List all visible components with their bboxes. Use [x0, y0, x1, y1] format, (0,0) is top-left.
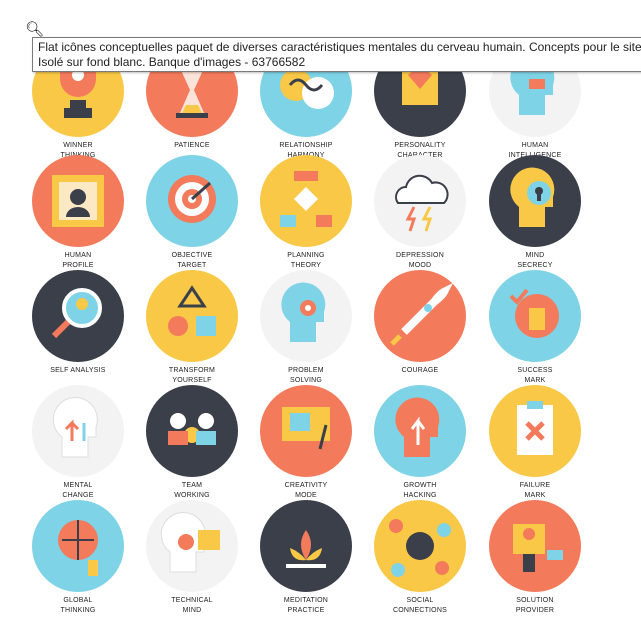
icon-item: MEDITATION PRACTICE	[250, 500, 360, 618]
team-icon	[146, 385, 238, 477]
caption-line-1: TRANSFORM	[168, 367, 216, 374]
icon-caption: TRANSFORM YOURSELF	[136, 366, 248, 386]
tooltip-line-2: Isolé sur fond blanc. Banque d'images - …	[38, 55, 306, 69]
icon-caption: SUCCESS MARK	[479, 366, 591, 386]
caption-line-1: TEAM	[181, 482, 203, 489]
caption-line-2: PRACTICE	[287, 607, 325, 614]
icon-item: HUMAN PROFILE	[22, 155, 132, 273]
tooltip-line-1: Flat icônes conceptuelles paquet de dive…	[38, 40, 641, 54]
icon-item: MENTAL CHANGE	[22, 385, 132, 503]
icon-item: SUCCESS MARK	[479, 270, 589, 388]
keyhole-icon	[489, 155, 581, 247]
caption-line-1: PLANNING	[287, 252, 325, 259]
icon-caption: FAILURE MARK	[479, 481, 591, 501]
gearhead-icon	[260, 270, 352, 362]
caption-line-1: PATIENCE	[174, 142, 210, 149]
caption-line-1: OBJECTIVE	[171, 252, 213, 259]
caption-line-1: COURAGE	[401, 367, 439, 374]
caption-line-1: WINNER	[63, 142, 93, 149]
caption-line-2: PROVIDER	[515, 607, 555, 614]
caption-line-1: HUMAN	[64, 252, 92, 259]
image-tooltip: Flat icônes conceptuelles paquet de dive…	[32, 37, 641, 72]
caption-line-2: CONNECTIONS	[393, 607, 447, 614]
brain-icon	[32, 500, 124, 592]
caption-line-1: FAILURE	[519, 482, 551, 489]
provider-icon	[489, 500, 581, 592]
frame-icon	[32, 155, 124, 247]
icon-item: SELF ANALYSIS	[22, 270, 132, 388]
caption-line-1: SELF ANALYSIS	[50, 367, 106, 374]
icon-caption: PLANNING THEORY	[250, 251, 362, 271]
caption-line-1: GLOBAL	[63, 597, 93, 604]
icon-caption: GLOBAL THINKING	[22, 596, 134, 616]
caption-line-1: PROBLEM	[288, 367, 324, 374]
target-icon	[146, 155, 238, 247]
icon-caption: MEDITATION PRACTICE	[250, 596, 362, 616]
icon-caption: SOLUTION PROVIDER	[479, 596, 591, 616]
icon-caption: OBJECTIVE TARGET	[136, 251, 248, 271]
icon-item: OBJECTIVE TARGET	[136, 155, 246, 273]
caption-line-1: GROWTH	[403, 482, 437, 489]
icon-item: MIND SECRECY	[479, 155, 589, 273]
caption-line-1: SOLUTION	[516, 597, 554, 604]
caption-line-1: RELATIONSHIP	[279, 142, 333, 149]
icon-grid: WINNERTHINKINGPATIENCERELATIONSHIPHARMON…	[0, 0, 641, 625]
icon-item: GLOBAL THINKING	[22, 500, 132, 618]
icon-item: SOLUTION PROVIDER	[479, 500, 589, 618]
icon-caption: COURAGE	[364, 366, 476, 376]
icon-caption: MENTAL CHANGE	[22, 481, 134, 501]
icon-caption: DEPRESSION MOOD	[364, 251, 476, 271]
icon-caption: CREATIVITY MODE	[250, 481, 362, 501]
caption-line-1: TECHNICAL	[171, 597, 213, 604]
icon-caption: PATIENCE	[136, 141, 248, 151]
icon-item: TEAM WORKING	[136, 385, 246, 503]
magnifier-icon	[32, 270, 124, 362]
caption-line-1: SOCIAL	[406, 597, 434, 604]
growth-icon	[374, 385, 466, 477]
icon-caption: GROWTH HACKING	[364, 481, 476, 501]
rocket-icon	[374, 270, 466, 362]
icon-caption: MIND SECRECY	[479, 251, 591, 271]
icon-item: GROWTH HACKING	[364, 385, 474, 503]
icon-item: COURAGE	[364, 270, 474, 388]
caption-line-1: PERSONALITY	[394, 142, 446, 149]
check-icon	[489, 270, 581, 362]
caption-line-1: MEDITATION	[283, 597, 329, 604]
zoom-in-icon[interactable]: 🔍︎	[25, 20, 44, 38]
icon-item: PLANNING THEORY	[250, 155, 360, 273]
caption-line-1: CREATIVITY	[284, 482, 328, 489]
cloud-icon	[374, 155, 466, 247]
icon-item: PROBLEM SOLVING	[250, 270, 360, 388]
caption-line-1: MENTAL	[63, 482, 93, 489]
caption-line-2: MIND	[182, 607, 202, 614]
cross-icon	[489, 385, 581, 477]
techhead-icon	[146, 500, 238, 592]
icon-caption: TECHNICAL MIND	[136, 596, 248, 616]
caption-line-2: THINKING	[60, 607, 96, 614]
caption-line-1: HUMAN	[521, 142, 549, 149]
icon-caption: HUMAN PROFILE	[22, 251, 134, 271]
lotus-icon	[260, 500, 352, 592]
caption-line-1: DEPRESSION	[396, 252, 444, 259]
icon-caption: PROBLEM SOLVING	[250, 366, 362, 386]
icon-caption: SOCIAL CONNECTIONS	[364, 596, 476, 616]
icon-item: FAILURE MARK	[479, 385, 589, 503]
caption-line-1: SUCCESS	[517, 367, 553, 374]
icon-item: DEPRESSION MOOD	[364, 155, 474, 273]
icon-item: TECHNICAL MIND	[136, 500, 246, 618]
icon-caption: SELF ANALYSIS	[22, 366, 134, 376]
shapes-icon	[146, 270, 238, 362]
easel-icon	[260, 385, 352, 477]
icon-item: CREATIVITY MODE	[250, 385, 360, 503]
network-icon	[374, 500, 466, 592]
arrows-icon	[32, 385, 124, 477]
caption-line-1: MIND	[525, 252, 545, 259]
icon-caption: TEAM WORKING	[136, 481, 248, 501]
icon-item: TRANSFORM YOURSELF	[136, 270, 246, 388]
flow-icon	[260, 155, 352, 247]
icon-item: SOCIAL CONNECTIONS	[364, 500, 474, 618]
